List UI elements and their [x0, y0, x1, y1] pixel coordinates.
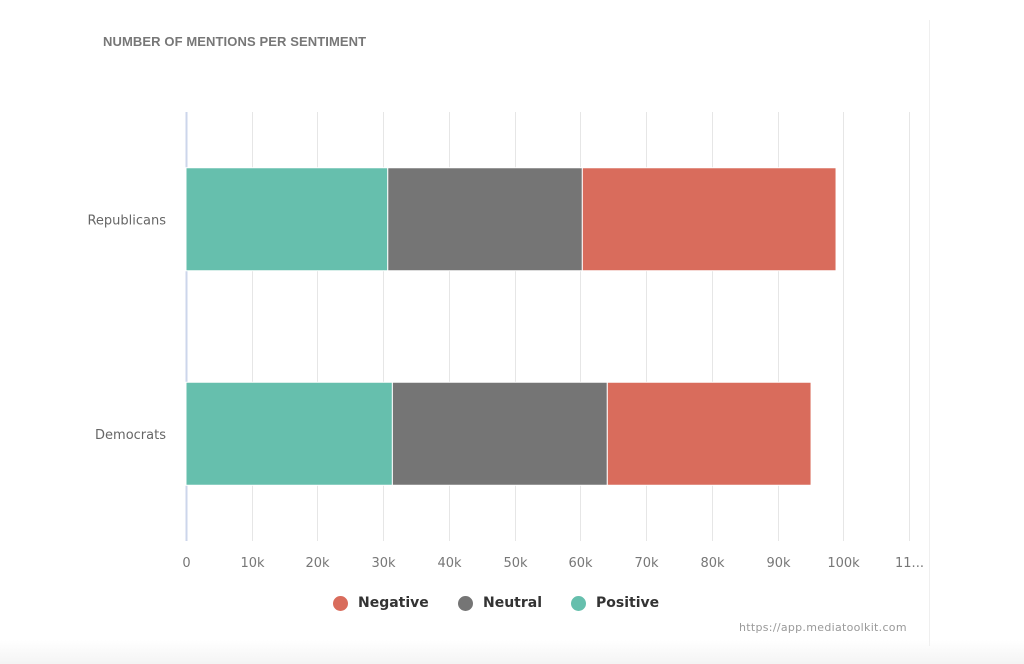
legend-item-neutral[interactable]: Neutral — [458, 592, 542, 614]
x-tick-label: 80k — [700, 556, 725, 571]
bar-neutral-democrats[interactable] — [391, 381, 608, 486]
x-tick-label: 50k — [503, 556, 528, 571]
x-tick-label: 60k — [568, 556, 593, 571]
legend: Negative Neutral Positive — [0, 592, 1024, 614]
x-tick-label: 11... — [895, 556, 924, 571]
x-tick-label: 0 — [182, 556, 190, 571]
category-label: Republicans — [87, 213, 166, 228]
x-tick-label: 70k — [634, 556, 659, 571]
legend-negative-dot-icon — [333, 595, 348, 611]
credits-link[interactable]: https://app.mediatoolkit.com — [739, 621, 907, 634]
bottom-fade — [0, 640, 1024, 664]
legend-neutral-dot-icon — [458, 595, 473, 611]
bar-positive-republicans[interactable] — [185, 167, 389, 272]
bar-chart: 0 10k 20k 30k 40k 50k 60k 70k 80k 90k 100k 11... Re… — [87, 112, 924, 571]
legend-neutral-label: Neutral — [483, 595, 543, 611]
bar-negative-democrats[interactable] — [606, 381, 812, 486]
x-tick-label: 10k — [240, 556, 265, 571]
x-tick-label: 40k — [437, 556, 462, 571]
x-tick-label: 20k — [305, 556, 330, 571]
bar-negative-republicans[interactable] — [581, 167, 837, 272]
x-tick-label: 100k — [827, 556, 860, 571]
category-label: Democrats — [95, 428, 166, 443]
y-axis: Republicans Democrats — [87, 213, 166, 443]
legend-item-negative[interactable]: Negative — [333, 592, 429, 614]
x-tick-label: 90k — [766, 556, 791, 571]
legend-positive-dot-icon — [571, 595, 586, 611]
x-axis: 0 10k 20k 30k 40k 50k 60k 70k 80k 90k 100k 11... — [182, 556, 924, 571]
legend-positive-label: Positive — [596, 595, 660, 611]
bar-positive-democrats[interactable] — [185, 381, 393, 486]
bars — [185, 167, 837, 486]
x-tick-label: 30k — [371, 556, 396, 571]
legend-item-positive[interactable]: Positive — [571, 592, 659, 614]
bar-neutral-republicans[interactable] — [387, 167, 583, 272]
legend-negative-label: Negative — [358, 595, 429, 611]
